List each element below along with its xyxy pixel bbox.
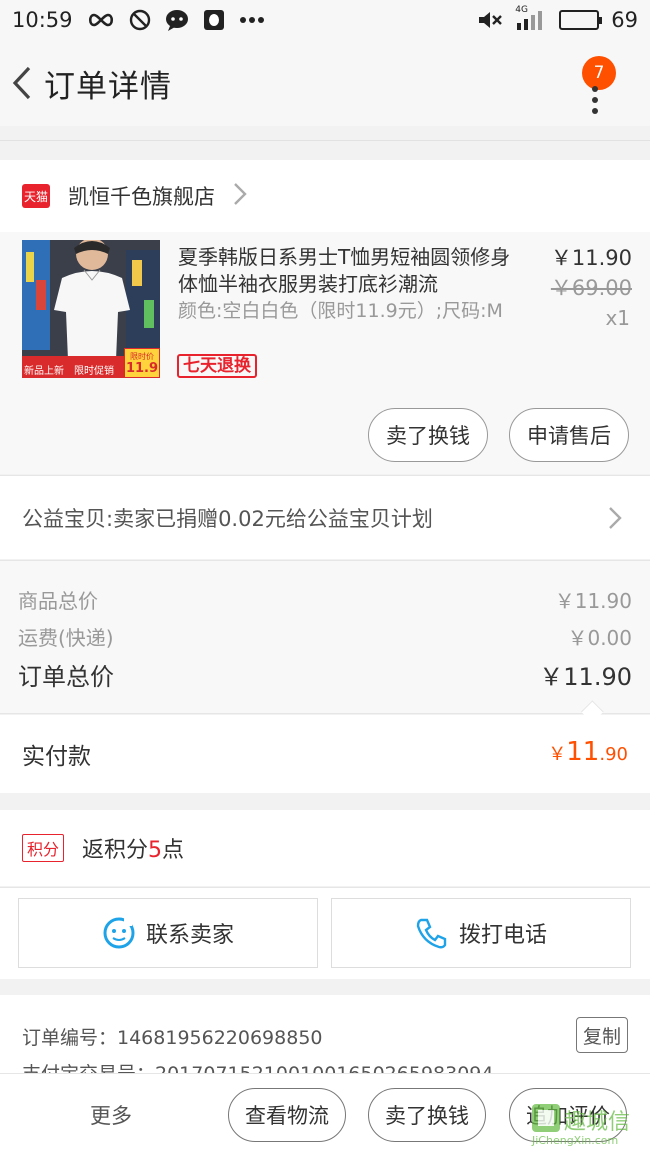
points-prefix: 返积分 <box>82 838 149 863</box>
charity-text: 公益宝贝:卖家已捐赠0.02元给公益宝贝计划 <box>22 506 433 531</box>
more-dots-icon <box>239 16 265 24</box>
price-label: 运费(快递) <box>18 626 114 650</box>
status-bar: 10:59 4G 69 <box>0 0 650 40</box>
amount-decimal: .90 <box>599 744 628 765</box>
product-thumbnail[interactable]: 新品上新 限时促销 限时价 11.9 <box>22 240 160 378</box>
divider <box>0 140 650 141</box>
phone-icon <box>416 918 447 949</box>
watermark-text: 趣城信 <box>564 1110 631 1135</box>
actual-payment-label: 实付款 <box>22 744 91 770</box>
back-button[interactable] <box>0 40 44 126</box>
more-button[interactable]: 更多 <box>90 1100 132 1130</box>
nav-bar: 订单详情 7 <box>0 40 650 126</box>
price-label: 订单总价 <box>18 663 114 691</box>
page-title: 订单详情 <box>44 68 172 105</box>
notification-badge: 7 <box>582 56 616 90</box>
seven-day-return-tag: 七天退换 <box>177 354 257 378</box>
view-logistics-button[interactable]: 查看物流 <box>228 1088 346 1142</box>
actual-payment-amount: ￥11.90 <box>548 737 628 767</box>
chevron-right-icon <box>608 506 622 534</box>
price-summary: 商品总价 ￥11.90 运费(快递) ￥0.00 订单总价 ￥11.90 <box>0 560 650 723</box>
price-row-shipping: 运费(快递) ￥0.00 <box>18 622 632 651</box>
qq-icon <box>203 9 225 31</box>
signal-icon: 4G <box>515 5 547 31</box>
call-phone-button[interactable]: 拨打电话 <box>331 898 631 968</box>
call-phone-label: 拨打电话 <box>458 923 547 948</box>
charity-row[interactable]: 公益宝贝:卖家已捐赠0.02元给公益宝贝计划 <box>0 475 650 559</box>
vertical-dots-icon <box>592 86 600 114</box>
points-tag: 积分 <box>22 834 65 862</box>
amount-integer: 11 <box>566 737 600 767</box>
points-row: 积分 返积分5点 <box>0 810 650 886</box>
infinity-icon <box>87 12 115 28</box>
points-text: 返积分5点 <box>82 832 184 864</box>
item-title: 夏季韩版日系男士T恤男短袖圆领修身体恤半袖衣服男装打底衫潮流 <box>178 245 511 296</box>
price-label: 商品总价 <box>18 589 98 613</box>
chat-face-icon <box>103 917 135 949</box>
item-spec: 颜色:空白白色（限时11.9元）;尺码:M <box>178 300 503 322</box>
points-suffix: 点 <box>162 838 185 863</box>
network-label: 4G <box>515 5 528 15</box>
price-row-goods: 商品总价 ￥11.90 <box>18 585 632 614</box>
contact-seller-button[interactable]: 联系卖家 <box>18 898 318 968</box>
item-price: ￥11.90 <box>550 246 632 270</box>
thumb-banner-left: 新品上新 <box>24 366 64 377</box>
battery-percent: 69 <box>611 8 638 32</box>
watermark-subtext: JiChengXin.com <box>532 1134 619 1147</box>
overflow-menu-button[interactable]: 7 <box>570 48 630 118</box>
chevron-right-icon <box>233 182 247 210</box>
copy-button[interactable]: 复制 <box>575 1017 628 1053</box>
shop-name: 凯恒千色旗舰店 <box>68 185 215 209</box>
item-original-price: ￥69.00 <box>550 276 632 300</box>
mute-icon <box>477 9 503 31</box>
currency-symbol: ￥ <box>548 744 567 765</box>
status-time: 10:59 <box>12 8 73 32</box>
chevron-left-icon <box>12 66 31 100</box>
battery-icon <box>559 10 603 30</box>
message-bubble-icon <box>165 9 189 31</box>
tmall-logo: 天猫 <box>22 184 50 208</box>
item-quantity: x1 <box>605 306 630 330</box>
price-value: ￥0.00 <box>567 626 632 650</box>
thumb-banner-mid: 限时促销 <box>74 366 114 377</box>
price-value: ￥11.90 <box>554 589 632 613</box>
sell-for-cash-button[interactable]: 卖了换钱 <box>368 408 488 462</box>
price-value: ￥11.90 <box>539 663 632 691</box>
thumb-price-badge: 限时价 11.9 <box>124 348 160 378</box>
price-row-total: 订单总价 ￥11.90 <box>18 657 632 692</box>
block-icon <box>129 9 151 31</box>
site-watermark: 趣城信 JiChengXin.com <box>530 1100 648 1150</box>
request-after-sales-button[interactable]: 申请售后 <box>509 408 629 462</box>
shop-row[interactable]: 天猫 凯恒千色旗舰店 <box>0 160 650 232</box>
thumb-badge-price: 11.9 <box>125 361 159 376</box>
sell-for-cash-button-bottom[interactable]: 卖了换钱 <box>368 1088 486 1142</box>
points-amount: 5 <box>148 838 163 863</box>
actual-payment-row: 实付款 ￥11.90 <box>0 715 650 793</box>
order-number: 订单编号：14681956220698850 <box>22 1027 323 1049</box>
contact-seller-label: 联系卖家 <box>145 923 234 948</box>
contact-row: 联系卖家 拨打电话 <box>0 887 650 979</box>
order-item[interactable]: 新品上新 限时促销 限时价 11.9 夏季韩版日系男士T恤男短袖圆领修身体恤半袖… <box>0 232 650 474</box>
